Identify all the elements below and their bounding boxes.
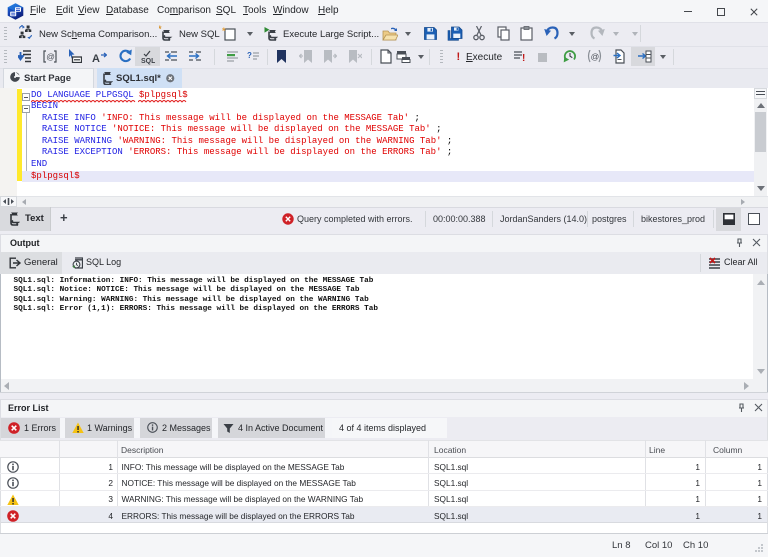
svg-text:@: @ xyxy=(46,52,55,62)
svg-text:*: * xyxy=(222,27,226,36)
svg-text:SQL: SQL xyxy=(141,58,155,65)
svg-text:?: ? xyxy=(247,51,252,60)
svg-text:!: ! xyxy=(522,53,525,63)
svg-text:A: A xyxy=(92,53,100,63)
svg-text:@: @ xyxy=(591,52,600,62)
svg-text:*: * xyxy=(159,25,162,34)
